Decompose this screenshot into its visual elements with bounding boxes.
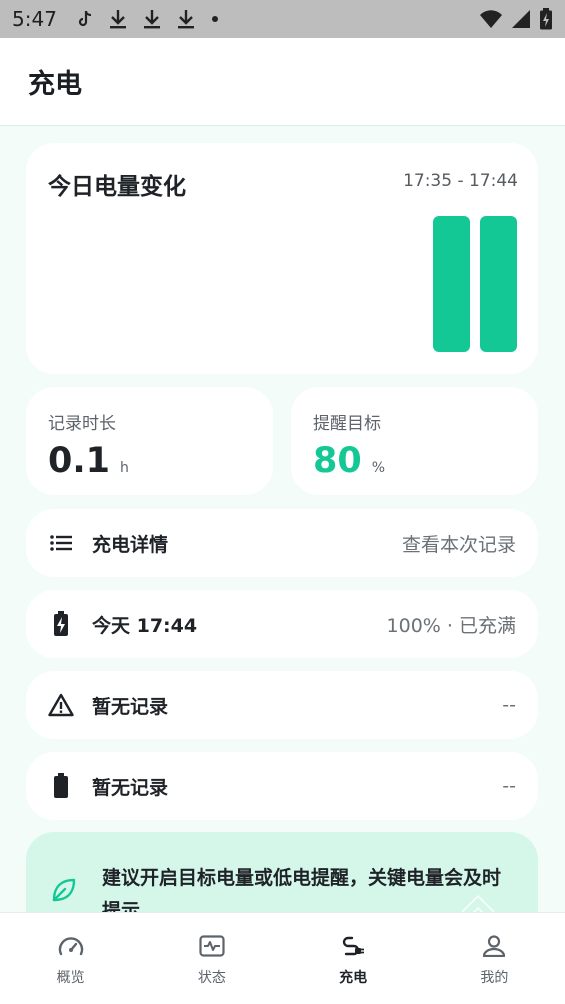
battery-change-card: 今日电量变化 17:35 - 17:44: [26, 143, 538, 374]
record-duration-card: 记录时长 0.1 h: [26, 387, 273, 495]
reminder-target-value: 80: [313, 441, 362, 481]
row-value: --: [502, 694, 516, 716]
reminder-target-unit: %: [371, 460, 386, 476]
tiktok-icon: [78, 10, 91, 27]
nav-item-charging[interactable]: 充电: [283, 913, 424, 1004]
record-duration-label: 记录时长: [48, 414, 116, 434]
battery-bar-17:44: [480, 216, 517, 352]
bottom-nav: 概览 状态 充电 我的: [0, 912, 565, 1004]
nav-label: 充电: [339, 970, 368, 986]
nav-label: 状态: [197, 970, 226, 986]
status-system-icons: [479, 8, 553, 30]
abnormal-record-row[interactable]: 暂无记录 --: [26, 671, 538, 739]
status-time: 5:47: [12, 7, 57, 31]
chart-title: 今日电量变化: [48, 174, 186, 200]
row-value: 查看本次记录: [401, 533, 516, 556]
reminder-target-card[interactable]: 提醒目标 80 %: [291, 387, 538, 495]
nav-item-overview[interactable]: 概览: [0, 913, 141, 1004]
gauge-icon: [58, 935, 84, 961]
status-bar: 5:47: [0, 0, 565, 38]
signal-icon: [512, 10, 530, 28]
download-icon: [177, 10, 194, 29]
nav-item-profile[interactable]: 我的: [424, 913, 565, 1004]
charge-details-row[interactable]: 充电详情 查看本次记录: [26, 509, 538, 577]
battery-charging-icon: [540, 8, 552, 30]
download-icon: [143, 10, 160, 29]
nav-item-status[interactable]: 状态: [141, 913, 282, 1004]
chart-time-range: 17:35 - 17:44: [403, 171, 518, 191]
reminder-target-label: 提醒目标: [313, 414, 381, 434]
warning-icon: [48, 692, 74, 718]
battery-record-row[interactable]: 暂无记录 --: [26, 752, 538, 820]
last-charge-row[interactable]: 今天 17:44 100% · 已充满: [26, 590, 538, 658]
wifi-icon: [480, 10, 502, 28]
page-title: 充电: [28, 69, 82, 100]
leaf-icon: [50, 876, 78, 908]
row-label: 暂无记录: [92, 776, 169, 799]
download-icon: [109, 10, 126, 29]
row-value: 100% · 已充满: [386, 614, 516, 637]
battery-icon: [48, 773, 74, 799]
battery-charging-icon: [48, 611, 74, 637]
record-duration-value: 0.1: [48, 441, 111, 481]
dot-icon: [211, 16, 218, 22]
row-value: --: [502, 775, 516, 797]
row-label: 暂无记录: [92, 695, 169, 718]
row-label: 充电详情: [92, 533, 169, 556]
nav-label: 概览: [56, 970, 85, 986]
user-icon: [482, 935, 506, 961]
pulse-icon: [199, 935, 225, 961]
battery-bar-17:35: [433, 216, 470, 352]
app-bar: 充电: [0, 38, 565, 126]
nav-label: 我的: [480, 970, 509, 986]
row-label: 今天 17:44: [92, 614, 198, 637]
record-duration-unit: h: [120, 460, 129, 476]
plug-icon: [340, 935, 366, 961]
list-icon: [48, 530, 74, 556]
status-notification-icons: [77, 9, 219, 29]
